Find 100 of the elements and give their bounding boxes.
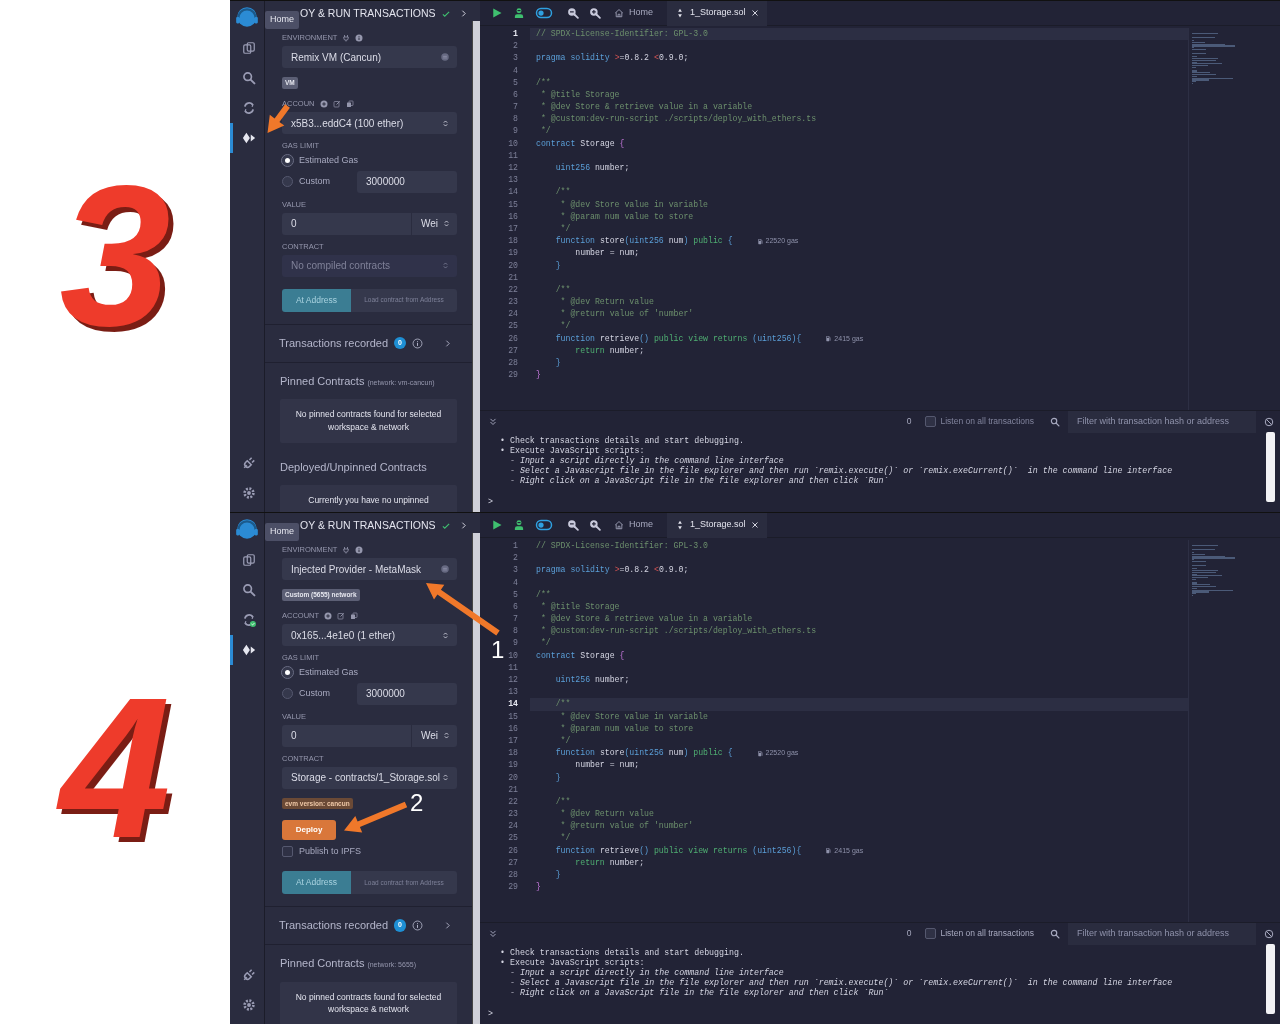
unit-select[interactable]: Wei (411, 724, 457, 747)
gas-limit-field[interactable]: 3000000 (357, 682, 457, 705)
edit-icon[interactable] (332, 100, 341, 108)
updown-icon (441, 773, 450, 782)
line-number: 9 (512, 637, 518, 650)
filter-field[interactable]: Filter with transaction hash or address (1068, 922, 1256, 945)
value-field[interactable]: 0 (282, 724, 411, 747)
tooltip: Home (265, 523, 299, 541)
code-line: /** (554, 698, 571, 711)
person-icon[interactable] (513, 7, 525, 19)
clear-icon[interactable] (1264, 928, 1274, 939)
search-icon[interactable] (1050, 416, 1060, 427)
person-icon[interactable] (513, 519, 525, 531)
add-icon[interactable] (324, 612, 333, 620)
environment-select[interactable]: Remix VM (Cancun) (282, 46, 457, 68)
zoom-in-icon[interactable] (589, 7, 601, 19)
filter-field[interactable]: Filter with transaction hash or address (1068, 410, 1256, 433)
run-icon[interactable] (491, 519, 503, 531)
line-number: 21 (507, 271, 518, 284)
updown-icon (441, 118, 450, 128)
code-line: * @dev Store value in variable (559, 198, 708, 211)
scrollbar[interactable] (472, 533, 480, 1024)
copy-icon[interactable] (345, 100, 354, 108)
plug-icon[interactable] (342, 34, 351, 42)
code-line: number = num; (574, 247, 640, 260)
scrollbar[interactable] (472, 21, 480, 512)
environment-select[interactable]: Injected Provider - MetaMask (282, 558, 457, 580)
zoom-out-icon[interactable] (567, 519, 579, 531)
code-line: * @dev Store value in variable (559, 710, 708, 723)
search-icon[interactable] (1050, 928, 1060, 939)
scrollbar[interactable] (1266, 944, 1275, 1014)
account-select[interactable]: x5B3...eddC4 (100 ether) (282, 112, 457, 134)
info-icon[interactable] (411, 337, 423, 349)
checkbox[interactable] (282, 845, 293, 857)
info-icon[interactable] (355, 34, 364, 42)
code-line: /** (535, 76, 551, 89)
editor-tab[interactable]: 1_Storage.sol (667, 513, 767, 538)
copy-icon[interactable] (350, 612, 359, 620)
toggle-icon[interactable] (534, 519, 554, 531)
line-number: 28 (507, 357, 518, 369)
value-field[interactable]: 0 (282, 212, 411, 235)
code-line: /** (535, 588, 551, 601)
add-icon[interactable] (319, 100, 328, 108)
collapse-icon[interactable] (488, 416, 498, 427)
settings-icon (241, 998, 256, 1012)
line-number: 15 (507, 710, 518, 723)
line-number: 14 (507, 186, 518, 199)
line-number: 8 (512, 625, 518, 638)
code-line: * @param num value to store (559, 722, 694, 735)
radio-button[interactable] (282, 176, 293, 187)
info-icon[interactable] (355, 546, 364, 554)
toggle-icon[interactable] (534, 7, 554, 19)
section-title: Deployed/Unpinned Contracts (280, 459, 427, 475)
scrollbar[interactable] (1266, 432, 1275, 502)
editor-tab[interactable]: Home (606, 513, 661, 538)
line-number: 25 (507, 320, 518, 333)
code-line: * @dev Store & retrieve value in a variable (539, 101, 753, 114)
transaction-count: 0 (906, 927, 912, 940)
line-number: 28 (507, 869, 518, 881)
line-number: 7 (512, 613, 518, 626)
gas-limit-field[interactable]: 3000000 (357, 170, 457, 193)
plug-icon[interactable] (342, 546, 351, 554)
close-icon[interactable] (750, 521, 759, 529)
code-line: pragma solidity >=0.8.2 <0.9.0; (535, 52, 689, 65)
code-line: } (554, 869, 561, 881)
info-icon[interactable] (411, 920, 423, 931)
collapse-icon[interactable] (488, 928, 498, 939)
editor-tab[interactable]: Home (606, 1, 661, 26)
radio-button[interactable] (282, 155, 293, 167)
line-number: 12 (507, 674, 518, 686)
code-line: } (554, 357, 561, 369)
step-label: 2 (410, 790, 424, 815)
unit-select[interactable]: Wei (411, 212, 457, 235)
close-icon[interactable] (750, 9, 759, 17)
line-number: 8 (512, 113, 518, 126)
section-title: Pinned Contracts (280, 373, 365, 389)
editor-tab[interactable]: 1_Storage.sol (667, 1, 767, 26)
contract-select[interactable]: Storage - contracts/1_Storage.sol (282, 766, 457, 789)
panel-title: OY & RUN TRANSACTIONS (300, 5, 436, 21)
run-icon[interactable] (491, 7, 503, 19)
code-line: * @param num value to store (559, 210, 694, 223)
code-line: */ (539, 637, 551, 650)
zoom-out-icon[interactable] (567, 7, 579, 19)
clear-icon[interactable] (1264, 416, 1274, 427)
chevron-icon[interactable] (459, 521, 468, 530)
tab-label: Home (629, 6, 653, 20)
radio-button[interactable] (282, 667, 293, 679)
chevron-icon[interactable] (459, 9, 468, 18)
home-icon (614, 8, 624, 18)
edit-icon[interactable] (337, 612, 346, 620)
line-number: 29 (507, 369, 518, 382)
updown-icon (441, 261, 450, 270)
code-line: function store(uint256 num) public { (554, 235, 733, 248)
terminal-line: - Input a script directly in the command line interface (508, 967, 785, 978)
line-number: 10 (507, 649, 518, 662)
zoom-in-icon[interactable] (589, 519, 601, 531)
radio-button[interactable] (282, 688, 293, 699)
checkbox[interactable] (925, 928, 937, 939)
option-label: Custom (299, 686, 331, 700)
account-select[interactable]: 0x165...4e1e0 (1 ether) (282, 624, 457, 646)
